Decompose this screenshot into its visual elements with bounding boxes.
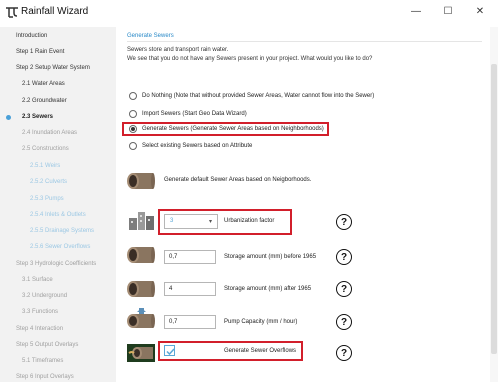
option-import-sewers-label: Import Sewers (Start Geo Data Wizard) [142,111,247,117]
sewer-overflow-icon [127,344,155,362]
maximize-button[interactable]: ☐ [437,3,459,19]
generate-overflows-label: Generate Sewer Overflows [224,348,297,354]
generate-default-label: Generate default Sewer Areas based on Ne… [164,177,312,183]
radio-import-sewers[interactable] [129,110,137,118]
sidebar-item-culverts[interactable]: 2.5.2 Culverts [30,179,67,185]
pump-icon [127,308,155,328]
active-step-indicator [6,115,11,120]
option-generate-sewers-label: Generate Sewers (Generate Sewer Areas ba… [142,126,324,132]
sidebar-item-step1-rain-event[interactable]: Step 1 Rain Event [16,49,64,55]
help-overflows-icon[interactable]: ? [336,345,352,361]
description-line-1: Sewers store and transport rain water. [127,47,229,53]
section-divider [127,41,482,42]
sidebar-item-weirs[interactable]: 2.5.1 Weirs [30,163,60,169]
sewer-pipe-after-icon [127,281,155,297]
scrollbar-thumb[interactable] [491,64,497,354]
sidebar-item-underground[interactable]: 3.2 Underground [22,293,67,299]
radio-do-nothing[interactable] [129,92,137,100]
sidebar-item-step2-setup-water-system[interactable]: Step 2 Setup Water System [16,65,90,71]
pump-capacity-input[interactable]: 0,7 [164,315,216,329]
close-button[interactable]: ✕ [469,3,491,19]
sidebar-item-groundwater[interactable]: 2.2 Groundwater [22,98,67,104]
urbanization-label: Urbanization factor [224,218,275,224]
sidebar-item-water-areas[interactable]: 2.1 Water Areas [22,81,65,87]
sidebar-item-step6-input-overlays[interactable]: Step 6 Input Overlays [16,374,74,380]
sidebar-item-constructions[interactable]: 2.5 Constructions [22,146,69,152]
window-title: Rainfall Wizard [21,6,89,17]
option-import-sewers[interactable]: Import Sewers (Start Geo Data Wizard) [129,109,247,119]
sidebar-item-step4-interaction[interactable]: Step 4 Interaction [16,326,63,332]
option-select-existing-label: Select existing Sewers based on Attribut… [142,143,253,149]
storage-after-1965-input[interactable]: 4 [164,282,216,296]
storage-before-1965-label: Storage amount (mm) before 1965 [224,254,317,260]
radio-generate-sewers[interactable] [129,125,137,133]
urbanization-icon [129,212,154,230]
sidebar-item-step3-hydrologic-coefficients[interactable]: Step 3 Hydrologic Coefficients [16,261,96,267]
help-storage-after-icon[interactable]: ? [336,281,352,297]
title-bar: Rainfall Wizard — ☐ ✕ [0,0,500,24]
urbanization-value: 3 [170,218,174,224]
sidebar-item-drainage-systems[interactable]: 2.5.5 Drainage Systems [30,228,94,234]
sidebar-item-pumps[interactable]: 2.5.3 Pumps [30,196,64,202]
storage-before-1965-input[interactable]: 0,7 [164,250,216,264]
sidebar-item-sewers[interactable]: 2.3 Sewers [22,114,53,120]
option-select-existing[interactable]: Select existing Sewers based on Attribut… [129,141,252,151]
pump-capacity-label: Pump Capacity (mm / hour) [224,319,298,325]
sidebar-item-sewer-overflows[interactable]: 2.5.6 Sewer Overflows [30,244,90,250]
sewer-pipe-icon [127,173,155,189]
storage-after-1965-label: Storage amount (mm) after 1965 [224,286,312,292]
sidebar-item-inlets-outlets[interactable]: 2.5.4 Inlets & Outlets [30,212,86,218]
help-storage-before-icon[interactable]: ? [336,249,352,265]
option-generate-sewers[interactable]: Generate Sewers (Generate Sewer Areas ba… [129,124,324,134]
sidebar-item-timeframes[interactable]: 5.1 Timeframes [22,358,63,364]
sidebar-item-introduction[interactable]: Introduction [16,33,47,39]
sewer-pipe-before-icon [127,247,155,263]
sidebar-item-surface[interactable]: 3.1 Surface [22,277,53,283]
checkmark-icon [166,348,175,356]
sidebar-item-inundation-areas[interactable]: 2.4 Inundation Areas [22,130,77,136]
sidebar-item-functions[interactable]: 3.3 Functions [22,309,58,315]
urbanization-dropdown[interactable]: 3 ▾ [164,214,218,229]
chevron-down-icon: ▾ [208,219,212,225]
help-pump-capacity-icon[interactable]: ? [336,314,352,330]
option-do-nothing-label: Do Nothing (Note that without provided S… [142,93,375,99]
help-urbanization-icon[interactable]: ? [336,214,352,230]
section-title: Generate Sewers [127,33,174,39]
radio-select-existing[interactable] [129,142,137,150]
option-do-nothing[interactable]: Do Nothing (Note that without provided S… [129,91,374,101]
app-logo-icon [6,7,18,18]
description-line-2: We see that you do not have any Sewers p… [127,56,373,62]
generate-overflows-checkbox[interactable] [164,345,175,356]
minimize-button[interactable]: — [405,3,427,19]
sidebar-item-step5-output-overlays[interactable]: Step 5 Output Overlays [16,342,78,348]
